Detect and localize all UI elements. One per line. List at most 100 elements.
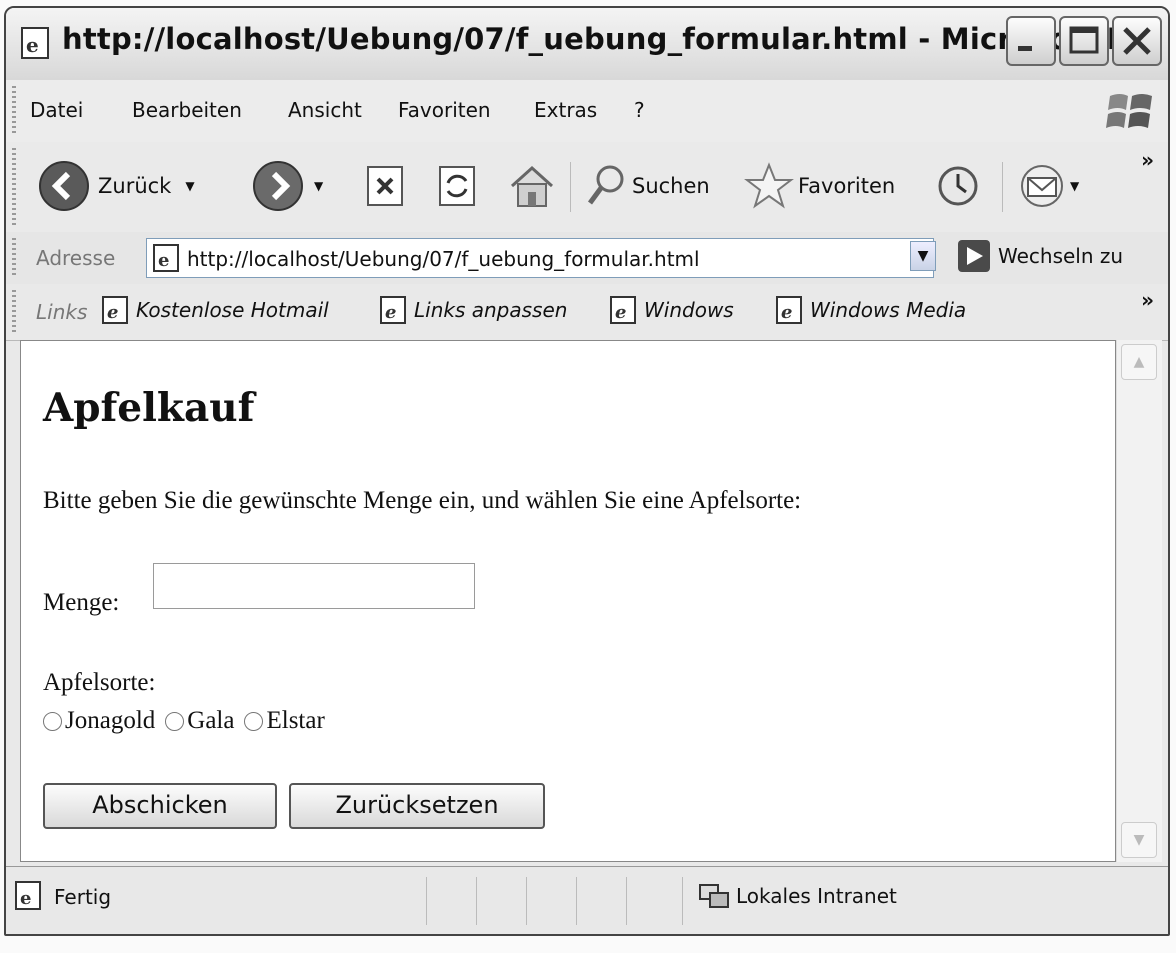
menu-bar: Datei Bearbeiten Ansicht Favoriten Extra… <box>6 80 1168 143</box>
radio-elstar[interactable]: Elstar <box>244 707 325 735</box>
toolbar-more-icon[interactable]: » <box>1141 148 1154 172</box>
link-windows[interactable]: e Windows <box>610 296 734 324</box>
intro-text: Bitte geben Sie die gewünschte Menge ein… <box>43 487 802 514</box>
links-more-icon[interactable]: » <box>1141 288 1154 312</box>
search-button[interactable]: Suchen <box>584 154 710 218</box>
minimize-button[interactable] <box>1006 16 1056 66</box>
menu-datei[interactable]: Datei <box>30 98 83 122</box>
favorites-label: Favoriten <box>798 174 896 198</box>
radio-gala[interactable]: Gala <box>165 707 234 735</box>
window-title: http://localhost/Uebung/07/f_uebung_form… <box>62 22 1152 56</box>
status-separator <box>526 877 527 925</box>
toolbar-separator <box>570 162 571 212</box>
maximize-button[interactable] <box>1059 16 1109 66</box>
go-button[interactable]: Wechseln zu <box>958 240 1123 272</box>
radio-jonagold[interactable]: Jonagold <box>43 707 155 735</box>
scroll-down-icon[interactable]: ▼ <box>1121 822 1157 858</box>
ie-page-icon: e <box>21 27 49 59</box>
search-label: Suchen <box>632 174 710 198</box>
apfelsorte-label: Apfelsorte: <box>43 669 156 696</box>
page-content: Apfelkauf Bitte geben Sie die gewünschte… <box>20 340 1116 862</box>
address-url: http://localhost/Uebung/07/f_uebung_form… <box>187 247 700 271</box>
reset-button[interactable]: Zurücksetzen <box>289 783 545 829</box>
scroll-up-icon[interactable]: ▲ <box>1121 344 1157 380</box>
forward-button[interactable]: ▼ <box>250 154 323 218</box>
security-zone: Lokales Intranet <box>696 881 897 911</box>
ie-page-icon: e <box>153 244 179 272</box>
svg-text:e: e <box>158 250 169 271</box>
close-button[interactable] <box>1112 16 1162 66</box>
browser-window: e http://localhost/Uebung/07/f_uebung_fo… <box>4 6 1170 936</box>
svg-text:e: e <box>615 302 626 323</box>
history-icon <box>938 166 978 206</box>
vertical-scrollbar[interactable]: ▲ ▼ <box>1116 340 1162 862</box>
menu-help[interactable]: ? <box>634 98 645 122</box>
back-button[interactable]: Zurück ▼ <box>36 154 195 218</box>
address-label: Adresse <box>36 246 116 270</box>
link-links-anpassen[interactable]: e Links anpassen <box>380 296 567 324</box>
minimize-icon <box>1018 46 1032 51</box>
standard-toolbar: Zurück ▼ ▼ Suchen Favoriten ▼ » <box>6 142 1168 233</box>
menge-input[interactable] <box>153 563 475 609</box>
svg-text:e: e <box>107 302 118 323</box>
ie-page-icon: e <box>15 881 41 910</box>
address-input[interactable]: e http://localhost/Uebung/07/f_uebung_fo… <box>146 238 934 278</box>
history-button[interactable] <box>932 154 984 218</box>
toolbar-separator <box>1002 162 1003 212</box>
page-heading: Apfelkauf <box>43 385 255 431</box>
link-label: Links anpassen <box>414 298 568 322</box>
radio-button[interactable] <box>244 711 264 731</box>
link-label: Windows <box>644 298 734 322</box>
status-bar: e Fertig Lokales Intranet <box>6 866 1168 934</box>
links-bar: Links e Kostenlose Hotmail e Links anpas… <box>6 284 1168 341</box>
maximize-icon <box>1069 26 1099 54</box>
svg-text:e: e <box>20 888 31 909</box>
search-icon <box>587 165 624 205</box>
close-icon <box>1123 27 1151 55</box>
links-label: Links <box>36 300 88 324</box>
menu-bearbeiten[interactable]: Bearbeiten <box>132 98 242 122</box>
submit-button[interactable]: Abschicken <box>43 783 277 829</box>
address-dropdown-icon[interactable]: ▼ <box>910 241 936 271</box>
link-windows-media[interactable]: e Windows Media <box>776 296 966 324</box>
mail-dropdown-icon[interactable]: ▼ <box>1070 179 1079 193</box>
mail-icon <box>1021 165 1063 207</box>
radio-button[interactable] <box>165 711 185 731</box>
forward-dropdown-icon[interactable]: ▼ <box>314 179 323 193</box>
refresh-button[interactable] <box>434 154 480 218</box>
radio-button[interactable] <box>43 711 62 731</box>
toolbar-grip[interactable] <box>12 148 16 226</box>
title-bar: e http://localhost/Uebung/07/f_uebung_fo… <box>6 8 1168 81</box>
stop-icon <box>367 166 403 206</box>
svg-text:e: e <box>385 302 396 323</box>
svg-text:e: e <box>26 33 39 57</box>
status-text: Fertig <box>54 885 112 909</box>
menu-ansicht[interactable]: Ansicht <box>288 98 362 122</box>
home-icon <box>510 165 554 207</box>
zone-label: Lokales Intranet <box>736 884 897 908</box>
radio-label: Jonagold <box>65 707 156 734</box>
go-arrow-icon <box>958 240 990 272</box>
windows-logo-icon <box>1106 94 1152 128</box>
radio-label: Elstar <box>266 707 325 734</box>
favorites-button[interactable]: Favoriten <box>744 154 895 218</box>
mail-button[interactable]: ▼ <box>1016 154 1079 218</box>
toolbar-grip[interactable] <box>12 86 16 136</box>
stop-button[interactable] <box>362 154 408 218</box>
ie-page-icon: e <box>610 296 636 324</box>
apfelsorte-radio-group: Jonagold Gala Elstar <box>43 707 335 735</box>
ie-page-icon: e <box>380 296 406 324</box>
go-label: Wechseln zu <box>998 244 1124 268</box>
link-kostenlose-hotmail[interactable]: e Kostenlose Hotmail <box>102 296 329 324</box>
toolbar-grip[interactable] <box>12 290 16 334</box>
status-separator <box>682 877 683 925</box>
toolbar-grip[interactable] <box>12 238 16 278</box>
status-separator <box>576 877 577 925</box>
menu-extras[interactable]: Extras <box>534 98 597 122</box>
menu-favoriten[interactable]: Favoriten <box>398 98 491 122</box>
back-dropdown-icon[interactable]: ▼ <box>185 179 194 193</box>
ie-page-icon: e <box>102 296 128 324</box>
intranet-zone-icon <box>699 884 729 908</box>
refresh-icon <box>439 166 475 206</box>
home-button[interactable] <box>506 154 558 218</box>
